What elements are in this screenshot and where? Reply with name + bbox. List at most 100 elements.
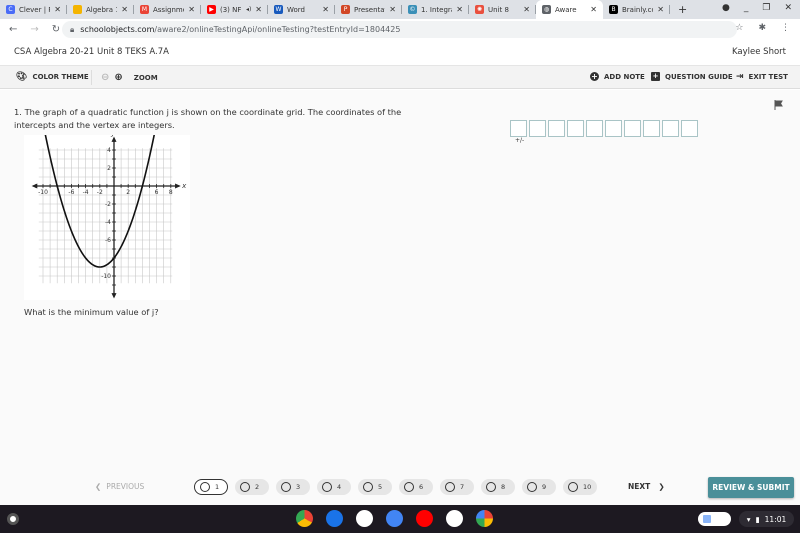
question-nav-button[interactable]: 6 xyxy=(399,479,433,495)
browser-tab[interactable]: ✺ Unit 8 ✕ xyxy=(469,0,536,19)
tab-favicon-icon: © xyxy=(408,5,417,14)
close-tab-icon[interactable]: ✕ xyxy=(121,5,128,14)
tab-favicon-icon xyxy=(73,5,82,14)
answer-digit-box[interactable] xyxy=(510,120,527,137)
tote-tray[interactable] xyxy=(698,512,731,526)
bookmark-star-icon[interactable]: ☆ xyxy=(735,23,743,33)
question-nav-number: 3 xyxy=(296,483,301,491)
sign-toggle[interactable]: +/- xyxy=(515,137,524,144)
x-tick-label: -10 xyxy=(38,189,48,196)
question-number: 1. xyxy=(14,107,22,117)
question-nav-number: 9 xyxy=(542,483,547,491)
browser-tab[interactable]: ▶ (3) NF ◂) ✕ xyxy=(201,0,268,19)
wifi-icon: ▾ xyxy=(746,514,751,524)
question-nav-button[interactable]: 8 xyxy=(481,479,515,495)
tab-title: Brainly.com xyxy=(622,5,653,14)
question-nav-button[interactable]: 1 xyxy=(194,479,228,495)
tab-title: Presentation xyxy=(354,5,385,14)
answer-digit-box[interactable] xyxy=(662,120,679,137)
zoom-in-icon[interactable]: ⊕ xyxy=(114,72,122,83)
browser-tab[interactable]: C Clever | Portal ✕ xyxy=(0,0,67,19)
url-domain: schoolobjects.com xyxy=(80,25,155,34)
files-app-icon[interactable] xyxy=(326,510,343,527)
color-theme-button[interactable]: 🎨︎ COLOR THEME xyxy=(16,72,89,82)
address-bar-row: ← → ↻ 🔒︎ schoolobjects.com/aware2/online… xyxy=(0,19,800,40)
answer-digit-box[interactable] xyxy=(529,120,546,137)
browser-tab[interactable]: B Brainly.com ✕ xyxy=(603,0,670,19)
close-tab-icon[interactable]: ✕ xyxy=(255,5,262,14)
browser-tab[interactable]: W Word ✕ xyxy=(268,0,335,19)
y-tick-label: -6 xyxy=(105,237,111,244)
close-window-icon[interactable]: ✕ xyxy=(784,3,792,13)
answer-digit-box[interactable] xyxy=(567,120,584,137)
review-submit-button[interactable]: REVIEW & SUBMIT xyxy=(708,477,794,498)
flag-icon[interactable] xyxy=(774,100,784,110)
answer-digit-box[interactable] xyxy=(624,120,641,137)
answer-digit-box[interactable] xyxy=(643,120,660,137)
answer-digit-box[interactable] xyxy=(605,120,622,137)
question-nav-button[interactable]: 2 xyxy=(235,479,269,495)
browser-tab[interactable]: P Presentation ✕ xyxy=(335,0,402,19)
close-tab-icon[interactable]: ✕ xyxy=(322,5,329,14)
answer-grid xyxy=(510,120,698,137)
browser-tab[interactable]: M Assignments ✕ xyxy=(134,0,201,19)
status-circle-icon xyxy=(240,482,250,492)
close-tab-icon[interactable]: ✕ xyxy=(523,5,530,14)
back-icon[interactable]: ← xyxy=(9,24,17,35)
exit-test-button[interactable]: ⇥ EXIT TEST xyxy=(736,72,788,82)
minimize-icon[interactable]: _ xyxy=(744,3,749,13)
question-nav-number: 2 xyxy=(255,483,260,491)
question-nav-button[interactable]: 7 xyxy=(440,479,474,495)
close-tab-icon[interactable]: ✕ xyxy=(590,5,597,14)
new-tab-button[interactable]: + xyxy=(678,3,687,16)
status-circle-icon xyxy=(527,482,537,492)
status-circle-icon xyxy=(404,482,414,492)
chrome-app-icon[interactable] xyxy=(296,510,313,527)
tab-title: 1. Integral xyxy=(421,5,452,14)
close-tab-icon[interactable]: ✕ xyxy=(657,5,664,14)
y-axis-arrow xyxy=(111,293,117,299)
question-stem: 1. The graph of a quadratic function j i… xyxy=(14,106,404,132)
previous-button[interactable]: ❮ PREVIOUS xyxy=(95,482,144,491)
x-tick-label: -4 xyxy=(83,189,89,196)
answer-digit-box[interactable] xyxy=(548,120,565,137)
y-tick-label: -4 xyxy=(105,219,111,226)
question-nav-button[interactable]: 9 xyxy=(522,479,556,495)
browser-menu-icon[interactable]: ⋮ xyxy=(781,23,790,33)
answer-digit-box[interactable] xyxy=(586,120,603,137)
youtube-app-icon[interactable] xyxy=(416,510,433,527)
question-nav-button[interactable]: 3 xyxy=(276,479,310,495)
y-tick-label: 2 xyxy=(107,165,111,172)
status-circle-icon xyxy=(200,482,210,492)
photos-app-icon[interactable] xyxy=(476,510,493,527)
reload-icon[interactable]: ↻ xyxy=(52,24,60,35)
question-nav-number: 7 xyxy=(460,483,465,491)
browser-tab[interactable]: Algebra 1 ✕ xyxy=(67,0,134,19)
close-tab-icon[interactable]: ✕ xyxy=(54,5,61,14)
add-note-button[interactable]: + ADD NOTE xyxy=(590,72,645,81)
question-nav-button[interactable]: 4 xyxy=(317,479,351,495)
launcher-icon[interactable] xyxy=(7,513,19,525)
status-area[interactable]: ▾ ▮ 11:01 xyxy=(739,511,794,527)
close-tab-icon[interactable]: ✕ xyxy=(389,5,396,14)
battery-icon: ▮ xyxy=(755,514,760,524)
question-nav-button[interactable]: 10 xyxy=(563,479,597,495)
docs-app-icon[interactable] xyxy=(386,510,403,527)
answer-digit-box[interactable] xyxy=(681,120,698,137)
profile-icon[interactable]: ● xyxy=(722,3,730,13)
forward-icon[interactable]: → xyxy=(30,24,38,35)
restore-icon[interactable]: ❐ xyxy=(762,3,770,13)
browser-tab[interactable]: © 1. Integral ✕ xyxy=(402,0,469,19)
gmail-app-icon[interactable] xyxy=(356,510,373,527)
close-tab-icon[interactable]: ✕ xyxy=(456,5,463,14)
question-guide-button[interactable]: + QUESTION GUIDE xyxy=(651,72,733,81)
play-store-app-icon[interactable] xyxy=(446,510,463,527)
browser-tab[interactable]: ◍ Aware ✕ xyxy=(536,0,603,19)
zoom-out-icon[interactable]: ⊖ xyxy=(101,72,109,83)
status-circle-icon xyxy=(363,482,373,492)
question-nav-button[interactable]: 5 xyxy=(358,479,392,495)
extensions-icon[interactable]: ✱ xyxy=(758,23,766,33)
close-tab-icon[interactable]: ✕ xyxy=(188,5,195,14)
url-field[interactable]: 🔒︎ schoolobjects.com/aware2/onlineTestin… xyxy=(62,21,737,38)
next-button[interactable]: NEXT ❯ xyxy=(628,482,665,491)
